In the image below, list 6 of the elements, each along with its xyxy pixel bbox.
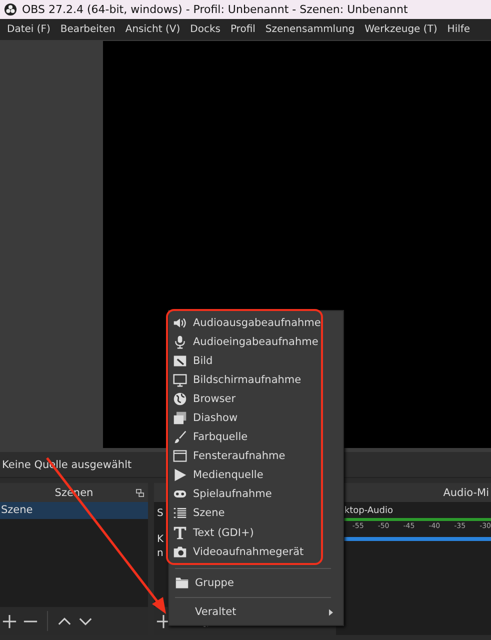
partial-text: K	[156, 534, 164, 545]
panel-title: Audio-Mi	[443, 486, 489, 498]
partial-text: S	[156, 508, 164, 519]
partial-text: n	[156, 548, 164, 559]
window-title: OBS 27.2.4 (64-bit, windows) - Profil: Unbenannt - Szenen: Unbenannt	[22, 3, 408, 16]
track-name: ktop-Audio	[344, 506, 393, 516]
